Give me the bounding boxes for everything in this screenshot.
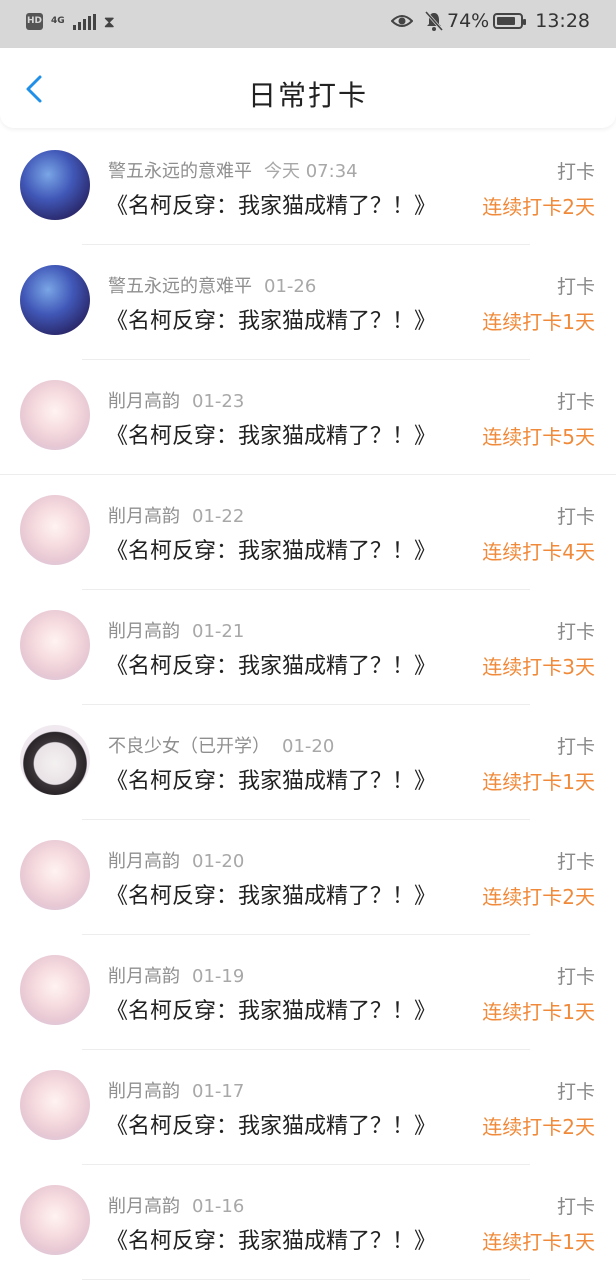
checkin-label: 打卡	[556, 736, 595, 758]
hd-icon: HD	[26, 13, 43, 30]
checkin-label: 打卡	[556, 621, 595, 643]
user-name[interactable]: 警五永远的意难平	[108, 276, 252, 297]
book-title[interactable]: 《名柯反穿：我家猫成精了？！》	[106, 763, 436, 795]
avatar[interactable]	[20, 150, 90, 220]
user-name[interactable]: 削月高韵	[108, 621, 180, 642]
avatar[interactable]	[20, 1070, 90, 1140]
user-name[interactable]: 削月高韵	[108, 851, 180, 872]
book-title[interactable]: 《名柯反穿：我家猫成精了？！》	[106, 533, 436, 565]
avatar[interactable]	[20, 840, 90, 910]
status-left: HD 4G ⧗	[26, 13, 115, 30]
entry-meta: 削月高韵 01-17	[108, 1077, 244, 1103]
streak-count: 连续打卡2天	[482, 885, 595, 909]
network-type: 4G	[51, 16, 65, 26]
streak-count: 连续打卡4天	[482, 540, 595, 564]
streak-count: 连续打卡1天	[482, 1230, 595, 1254]
list-item[interactable]: 警五永远的意难平 今天 07:34 《名柯反穿：我家猫成精了？！》 打卡 连续打卡…	[0, 130, 616, 245]
streak-count: 连续打卡1天	[482, 1000, 595, 1024]
user-name[interactable]: 削月高韵	[108, 966, 180, 987]
entry-date: 01-23	[192, 391, 245, 412]
entry-meta: 削月高韵 01-20	[108, 847, 244, 873]
list-item[interactable]: 削月高韵 01-22 《名柯反穿：我家猫成精了？！》 打卡 连续打卡4天	[0, 475, 616, 590]
avatar[interactable]	[20, 955, 90, 1025]
avatar[interactable]	[20, 1185, 90, 1255]
entry-meta: 警五永远的意难平 今天 07:34	[108, 157, 358, 183]
user-name[interactable]: 不良少女（已开学）	[108, 736, 270, 757]
status-bar: HD 4G ⧗ 74% 13:28	[0, 0, 616, 48]
user-name[interactable]: 削月高韵	[108, 506, 180, 527]
signal-icon	[72, 13, 96, 30]
streak-count: 连续打卡2天	[482, 1115, 595, 1139]
list-item[interactable]: 削月高韵 01-19 《名柯反穿：我家猫成精了？！》 打卡 连续打卡1天	[0, 935, 616, 1050]
page-title: 日常打卡	[247, 79, 368, 112]
book-title[interactable]: 《名柯反穿：我家猫成精了？！》	[106, 1223, 436, 1255]
book-title[interactable]: 《名柯反穿：我家猫成精了？！》	[106, 303, 436, 335]
entry-meta: 削月高韵 01-23	[108, 387, 244, 413]
checkin-label: 打卡	[556, 851, 595, 873]
avatar[interactable]	[20, 610, 90, 680]
entry-date: 01-16	[192, 1196, 245, 1217]
user-name[interactable]: 削月高韵	[108, 1081, 180, 1102]
status-right: 74% 13:28	[391, 10, 590, 32]
entry-meta: 警五永远的意难平 01-26	[108, 272, 316, 298]
battery-icon	[493, 13, 527, 29]
list-item[interactable]: 警五永远的意难平 01-26 《名柯反穿：我家猫成精了？！》 打卡 连续打卡1天	[0, 245, 616, 360]
streak-count: 连续打卡1天	[482, 310, 595, 334]
entry-date: 01-22	[192, 506, 245, 527]
book-title[interactable]: 《名柯反穿：我家猫成精了？！》	[106, 993, 436, 1025]
list-item[interactable]: 削月高韵 01-17 《名柯反穿：我家猫成精了？！》 打卡 连续打卡2天	[0, 1050, 616, 1165]
checkin-label: 打卡	[556, 161, 595, 183]
clock: 13:28	[535, 10, 590, 32]
checkin-label: 打卡	[556, 1081, 595, 1103]
list-item[interactable]: 不良少女（已开学） 01-20 《名柯反穿：我家猫成精了？！》 打卡 连续打卡1天	[0, 705, 616, 820]
entry-date: 01-20	[192, 851, 245, 872]
entry-date: 01-21	[192, 621, 245, 642]
entry-date: 01-20	[282, 736, 335, 757]
book-title[interactable]: 《名柯反穿：我家猫成精了？！》	[106, 1108, 436, 1140]
checkin-list: 警五永远的意难平 今天 07:34 《名柯反穿：我家猫成精了？！》 打卡 连续打卡…	[0, 130, 616, 1280]
entry-date: 01-17	[192, 1081, 245, 1102]
mute-bell-icon	[425, 11, 443, 31]
eye-icon	[391, 15, 413, 27]
list-item[interactable]: 削月高韵 01-21 《名柯反穿：我家猫成精了？！》 打卡 连续打卡3天	[0, 590, 616, 705]
list-item[interactable]: 削月高韵 01-23 《名柯反穿：我家猫成精了？！》 打卡 连续打卡5天	[0, 360, 616, 475]
avatar[interactable]	[20, 265, 90, 335]
entry-date: 今天 07:34	[264, 161, 358, 182]
book-title[interactable]: 《名柯反穿：我家猫成精了？！》	[106, 648, 436, 680]
entry-meta: 削月高韵 01-16	[108, 1192, 244, 1218]
avatar[interactable]	[20, 495, 90, 565]
avatar[interactable]	[20, 725, 90, 795]
checkin-label: 打卡	[556, 1196, 595, 1218]
streak-count: 连续打卡5天	[482, 425, 595, 449]
user-name[interactable]: 削月高韵	[108, 1196, 180, 1217]
list-item[interactable]: 削月高韵 01-16 《名柯反穿：我家猫成精了？！》 打卡 连续打卡1天	[0, 1165, 616, 1280]
checkin-label: 打卡	[556, 391, 595, 413]
streak-count: 连续打卡2天	[482, 195, 595, 219]
list-item[interactable]: 削月高韵 01-20 《名柯反穿：我家猫成精了？！》 打卡 连续打卡2天	[0, 820, 616, 935]
entry-date: 01-26	[264, 276, 317, 297]
avatar[interactable]	[20, 380, 90, 450]
nav-header: 日常打卡	[0, 48, 616, 128]
user-name[interactable]: 削月高韵	[108, 391, 180, 412]
checkin-label: 打卡	[556, 506, 595, 528]
entry-meta: 削月高韵 01-22	[108, 502, 244, 528]
entry-meta: 削月高韵 01-19	[108, 962, 244, 988]
user-name[interactable]: 警五永远的意难平	[108, 161, 252, 182]
checkin-label: 打卡	[556, 276, 595, 298]
streak-count: 连续打卡1天	[482, 770, 595, 794]
book-title[interactable]: 《名柯反穿：我家猫成精了？！》	[106, 188, 436, 220]
hourglass-icon: ⧗	[103, 11, 115, 31]
entry-meta: 削月高韵 01-21	[108, 617, 244, 643]
book-title[interactable]: 《名柯反穿：我家猫成精了？！》	[106, 878, 436, 910]
streak-count: 连续打卡3天	[482, 655, 595, 679]
checkin-label: 打卡	[556, 966, 595, 988]
battery-percent: 74%	[447, 10, 490, 32]
entry-date: 01-19	[192, 966, 245, 987]
book-title[interactable]: 《名柯反穿：我家猫成精了？！》	[106, 418, 436, 450]
entry-meta: 不良少女（已开学） 01-20	[108, 732, 334, 758]
